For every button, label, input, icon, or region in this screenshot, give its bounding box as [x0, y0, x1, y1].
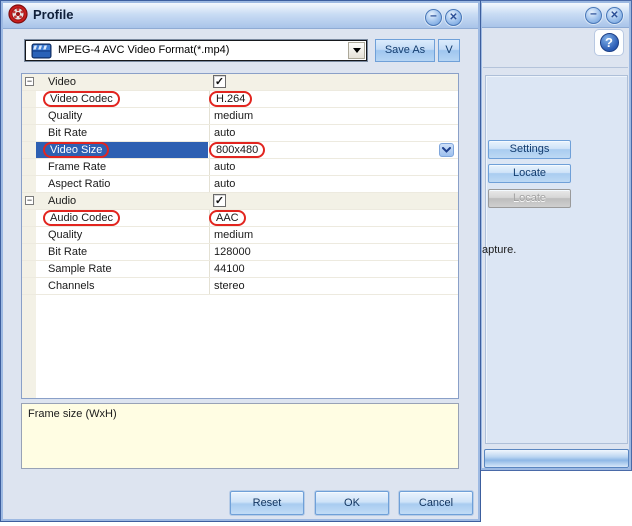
property-label: Bit Rate	[48, 246, 88, 258]
close-icon: ✕	[449, 12, 458, 23]
property-row-aspect-ratio[interactable]: Aspect Ratio auto	[22, 176, 458, 193]
bg-minimize-button[interactable]: –	[585, 7, 602, 24]
property-value: auto	[209, 159, 458, 175]
video-codec-value: H.264	[209, 91, 253, 107]
property-value: auto	[209, 176, 458, 192]
audio-enabled-checkbox[interactable]: ✓	[213, 194, 226, 207]
truncated-caption: apture.	[482, 244, 517, 256]
video-format-icon	[31, 43, 53, 59]
property-value: 128000	[209, 244, 458, 260]
dialog-titlebar	[3, 3, 478, 29]
profile-dialog: Profile – ✕ MPEG-4 AVC Video Format(*.mp…	[0, 0, 481, 522]
combo-dropdown-button[interactable]	[348, 42, 365, 59]
v-button[interactable]: V	[438, 39, 460, 62]
property-grid: − Video ✓ Video Codec H.264 Quality medi…	[21, 73, 459, 399]
property-row-audio-quality[interactable]: Quality medium	[22, 227, 458, 244]
background-window: – ✕ ? Settings Locate Locate apture.	[479, 0, 632, 471]
property-value: stereo	[209, 278, 458, 294]
divider	[483, 67, 628, 68]
property-row-audio-codec[interactable]: Audio Codec AAC	[22, 210, 458, 227]
property-label: Bit Rate	[48, 127, 88, 139]
cancel-button[interactable]: Cancel	[399, 491, 473, 515]
video-enabled-checkbox[interactable]: ✓	[213, 75, 226, 88]
category-row-video[interactable]: − Video ✓	[22, 74, 458, 91]
property-label: Sample Rate	[48, 263, 112, 275]
property-row-audio-bitrate[interactable]: Bit Rate 128000	[22, 244, 458, 261]
property-value: auto	[209, 125, 458, 141]
locate-button-disabled: Locate	[488, 189, 571, 208]
video-size-value: 800x480	[209, 142, 266, 158]
category-label: Video	[48, 76, 76, 88]
description-box: Frame size (WxH)	[21, 403, 459, 469]
save-as-button[interactable]: Save As	[375, 39, 435, 62]
property-label: Quality	[48, 110, 83, 122]
settings-button[interactable]: Settings	[488, 140, 571, 159]
audio-codec-value: AAC	[209, 210, 246, 226]
dialog-minimize-button[interactable]: –	[425, 9, 442, 26]
property-row-video-size[interactable]: Video Size 800x480	[22, 142, 458, 159]
help-button[interactable]: ?	[594, 29, 624, 56]
property-row-frame-rate[interactable]: Frame Rate auto	[22, 159, 458, 176]
bg-content-panel	[485, 75, 628, 444]
ok-button[interactable]: OK	[315, 491, 389, 515]
locate-button[interactable]: Locate	[488, 164, 571, 183]
video-size-label: Video Size	[43, 142, 110, 158]
property-label: Channels	[48, 280, 95, 292]
dialog-close-button[interactable]: ✕	[445, 9, 462, 26]
minimize-icon: –	[430, 8, 437, 22]
profile-app-icon	[8, 4, 28, 24]
category-row-audio[interactable]: − Audio ✓	[22, 193, 458, 210]
help-icon: ?	[599, 33, 619, 52]
minimize-icon: –	[590, 6, 597, 20]
property-row-channels[interactable]: Channels stereo	[22, 278, 458, 295]
reset-button[interactable]: Reset	[230, 491, 304, 515]
category-label: Audio	[48, 195, 77, 207]
property-label: Quality	[48, 229, 83, 241]
property-label: Aspect Ratio	[48, 178, 111, 190]
property-value: 44100	[209, 261, 458, 277]
property-value: medium	[209, 227, 458, 243]
property-label: Frame Rate	[48, 161, 107, 173]
collapse-icon[interactable]: −	[25, 196, 34, 205]
property-value: medium	[209, 108, 458, 124]
bg-bottom-bar[interactable]	[484, 449, 629, 468]
property-row-sample-rate[interactable]: Sample Rate 44100	[22, 261, 458, 278]
property-row-video-quality[interactable]: Quality medium	[22, 108, 458, 125]
bg-close-button[interactable]: ✕	[606, 7, 623, 24]
video-size-dropdown-button[interactable]	[439, 143, 454, 157]
dropdown-arrow-icon	[352, 48, 361, 53]
property-row-video-codec[interactable]: Video Codec H.264	[22, 91, 458, 108]
chevron-down-icon	[442, 147, 451, 153]
format-select[interactable]: MPEG-4 AVC Video Format(*.mp4)	[25, 40, 367, 61]
format-selected-value: MPEG-4 AVC Video Format(*.mp4)	[58, 44, 230, 56]
screen: – ✕ ? Settings Locate Locate apture. Pro…	[0, 0, 632, 526]
dialog-title: Profile	[33, 7, 74, 22]
close-icon: ✕	[610, 10, 619, 21]
video-codec-label: Video Codec	[43, 91, 120, 107]
audio-codec-label: Audio Codec	[43, 210, 120, 226]
property-row-video-bitrate[interactable]: Bit Rate auto	[22, 125, 458, 142]
collapse-icon[interactable]: −	[25, 77, 34, 86]
